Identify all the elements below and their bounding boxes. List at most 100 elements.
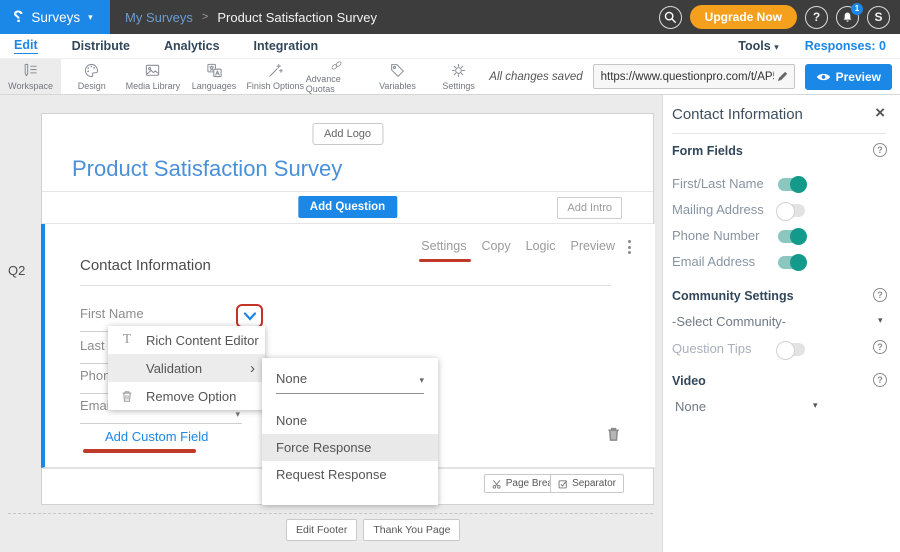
annotation-underline-add-custom-field [83, 449, 196, 453]
avatar[interactable]: S [867, 6, 890, 29]
breadcrumb-my-surveys[interactable]: My Surveys [125, 10, 193, 25]
menu-item-remove-option[interactable]: Remove Option [108, 382, 265, 410]
add-question-button[interactable]: Add Question [298, 196, 397, 218]
text-format-icon: T [108, 332, 146, 348]
separator-button[interactable]: Separator [550, 474, 624, 493]
toggle-mailing-address[interactable] [778, 204, 805, 217]
survey-url-input[interactable] [593, 64, 795, 89]
topbar-actions: Upgrade Now ? 1 S [659, 5, 900, 29]
notifications-button[interactable]: 1 [836, 6, 859, 29]
menu-item-validation[interactable]: Validation › [108, 354, 265, 382]
toolbar-item-label: Design [78, 81, 106, 91]
help-icon[interactable]: ? [873, 288, 887, 302]
survey-nav: Edit Distribute Analytics Integration To… [0, 34, 900, 58]
question-menu-preview[interactable]: Preview [571, 239, 615, 253]
survey-footer-buttons: Edit Footer Thank You Page [286, 519, 460, 541]
delete-question-trash-icon[interactable] [606, 426, 621, 442]
label-email-address: Email Address [672, 254, 755, 269]
label-phone-number: Phone Number [672, 228, 759, 243]
question-divider [80, 285, 611, 286]
toolbar-item-variables[interactable]: Variables [367, 59, 428, 94]
tab-edit[interactable]: Edit [14, 38, 38, 54]
sidebar-divider [672, 133, 886, 134]
video-select[interactable]: None [675, 399, 706, 414]
avatar-initial: S [874, 10, 882, 24]
toggle-phone-number[interactable] [778, 230, 805, 243]
help-icon[interactable]: ? [873, 340, 887, 354]
add-intro-button[interactable]: Add Intro [557, 197, 622, 219]
section-video: Video [672, 374, 706, 388]
question-menu-logic[interactable]: Logic [526, 239, 556, 253]
media-image-icon [144, 62, 161, 79]
caret-down-icon: ▾ [774, 42, 779, 52]
close-icon[interactable]: × [875, 104, 885, 121]
help-icon[interactable]: ? [873, 373, 887, 387]
toolbar-item-advance-quotas[interactable]: Advance Quotas [306, 59, 367, 94]
gear-icon [450, 62, 467, 79]
chain-link-icon [328, 59, 345, 72]
question-menu-settings[interactable]: Settings [421, 239, 466, 253]
tab-integration[interactable]: Integration [254, 39, 319, 53]
caret-down-icon[interactable]: ▾ [878, 315, 883, 326]
option-request-response[interactable]: Request Response [262, 461, 438, 488]
workspace-icon [22, 62, 39, 79]
tools-label: Tools [738, 39, 770, 53]
toolbar-item-label: Workspace [8, 81, 53, 91]
survey-canvas: Q2 Add Logo Product Satisfaction Survey … [0, 95, 662, 552]
toolbar-item-settings[interactable]: Settings [428, 59, 489, 94]
toolbar-item-label: Media Library [126, 81, 181, 91]
product-label: Surveys [31, 10, 80, 25]
edit-url-pencil-icon[interactable] [775, 69, 790, 84]
option-force-response[interactable]: Force Response [262, 434, 438, 461]
toolbar-item-workspace[interactable]: Workspace [0, 59, 61, 94]
caret-down-icon[interactable]: ▾ [813, 400, 818, 411]
tools-menu[interactable]: Tools ▾ [738, 39, 778, 53]
toggle-email-address[interactable] [778, 256, 805, 269]
toolbar-item-languages[interactable]: Languages [183, 59, 244, 94]
thank-you-page-button[interactable]: Thank You Page [363, 519, 460, 541]
trash-icon [108, 390, 146, 403]
toggle-first-last-name[interactable] [778, 178, 805, 191]
option-none[interactable]: None [262, 407, 438, 434]
search-button[interactable] [659, 6, 682, 29]
survey-title[interactable]: Product Satisfaction Survey [72, 156, 342, 182]
question-menu-copy[interactable]: Copy [481, 239, 510, 253]
preview-button[interactable]: Preview [805, 64, 892, 90]
upgrade-now-button[interactable]: Upgrade Now [690, 5, 797, 29]
breadcrumb: My Surveys > Product Satisfaction Survey [125, 10, 377, 25]
notification-badge: 1 [851, 3, 863, 15]
magic-wand-icon [267, 62, 284, 79]
toggle-question-tips[interactable] [778, 343, 805, 356]
eye-icon [816, 71, 831, 83]
label-mailing-address: Mailing Address [672, 202, 764, 217]
help-icon[interactable]: ? [873, 143, 887, 157]
save-status: All changes saved [489, 71, 582, 83]
menu-item-label: Rich Content Editor [146, 333, 259, 348]
chevron-down-icon[interactable] [243, 311, 257, 322]
question-title[interactable]: Contact Information [80, 257, 211, 274]
scissors-icon [492, 479, 502, 489]
help-icon: ? [813, 10, 820, 24]
questionpro-logo-icon: ? [13, 7, 23, 27]
tab-distribute[interactable]: Distribute [72, 39, 130, 53]
edit-footer-button[interactable]: Edit Footer [286, 519, 357, 541]
surveys-product-menu[interactable]: ? Surveys ▾ [0, 0, 110, 34]
field-context-menu: T Rich Content Editor Validation › Remov… [108, 326, 265, 410]
validation-select[interactable]: None ▾ [276, 371, 424, 394]
checkbox-check-icon [558, 479, 568, 489]
responses-count[interactable]: Responses: 0 [805, 39, 886, 53]
question-more-menu-icon[interactable] [628, 240, 631, 254]
add-logo-button[interactable]: Add Logo [312, 123, 383, 145]
community-select[interactable]: -Select Community- [672, 314, 786, 329]
toolbar-item-media-library[interactable]: Media Library [122, 59, 183, 94]
annotation-red-box [236, 304, 263, 328]
languages-icon [206, 62, 223, 79]
toolbar-item-design[interactable]: Design [61, 59, 122, 94]
add-custom-field-link[interactable]: Add Custom Field [105, 429, 208, 444]
tab-analytics[interactable]: Analytics [164, 39, 220, 53]
page-dashed-separator [8, 513, 653, 514]
survey-action-row: Add Question Add Intro [42, 192, 653, 224]
menu-item-rich-content-editor[interactable]: T Rich Content Editor [108, 326, 265, 354]
help-button[interactable]: ? [805, 6, 828, 29]
toolbar-item-finish-options[interactable]: Finish Options [245, 59, 306, 94]
